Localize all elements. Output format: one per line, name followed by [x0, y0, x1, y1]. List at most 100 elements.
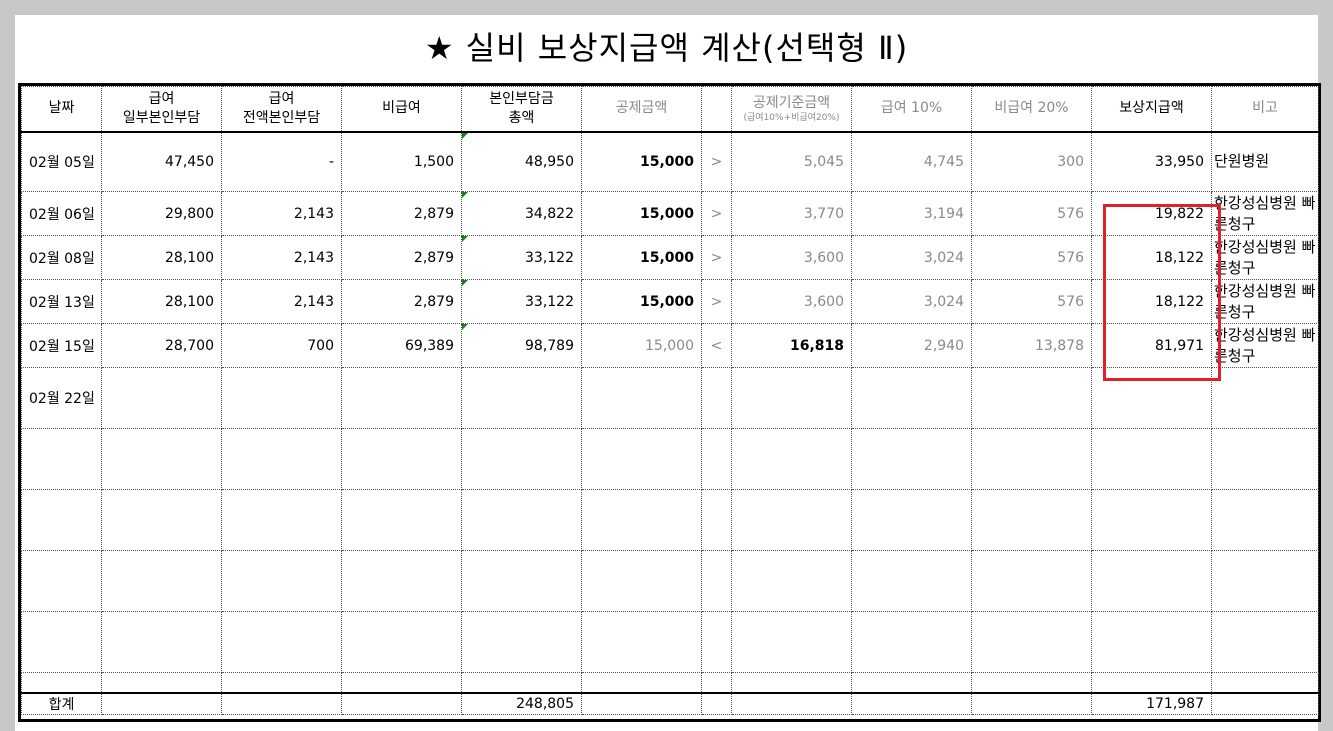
- cell-noncovered[interactable]: 2,879: [341, 191, 462, 236]
- cell-empty[interactable]: [731, 367, 852, 429]
- cell-empty[interactable]: [851, 489, 972, 551]
- cell-empty[interactable]: [461, 611, 582, 673]
- cell-empty[interactable]: [851, 428, 972, 490]
- cell-empty[interactable]: [101, 367, 222, 429]
- cell-base[interactable]: 3,600: [731, 279, 852, 324]
- cell-empty[interactable]: [851, 672, 972, 693]
- header-date[interactable]: 날짜: [21, 86, 102, 133]
- cell-empty[interactable]: [21, 428, 102, 490]
- cell-empty[interactable]: [701, 691, 732, 715]
- cell-empty[interactable]: [581, 611, 702, 673]
- cell-payout[interactable]: 81,971: [1091, 323, 1212, 368]
- cell-empty[interactable]: [341, 367, 462, 429]
- cell-empty[interactable]: [971, 428, 1092, 490]
- cell-empty[interactable]: [21, 672, 102, 693]
- cell-copay[interactable]: 29,800: [101, 191, 222, 236]
- cell-empty[interactable]: [221, 611, 342, 673]
- cell-full[interactable]: -: [221, 131, 342, 192]
- header-compare[interactable]: [701, 86, 732, 133]
- cell-base[interactable]: 5,045: [731, 131, 852, 192]
- cell-empty[interactable]: [341, 672, 462, 693]
- cell-note[interactable]: 단원병원: [1211, 131, 1319, 192]
- cell-deduction[interactable]: 15,000: [581, 323, 702, 368]
- cell-empty[interactable]: [581, 367, 702, 429]
- cell-empty[interactable]: [971, 611, 1092, 673]
- cell-empty[interactable]: [701, 428, 732, 490]
- header-note[interactable]: 비고: [1211, 86, 1319, 133]
- cell-cov10[interactable]: 3,194: [851, 191, 972, 236]
- cell-deduction[interactable]: 15,000: [581, 131, 702, 192]
- cell-empty[interactable]: [851, 691, 972, 715]
- cell-compare[interactable]: >: [701, 235, 732, 280]
- cell-total[interactable]: 48,950: [461, 131, 582, 192]
- cell-total[interactable]: 33,122: [461, 235, 582, 280]
- header-payout[interactable]: 보상지급액: [1091, 86, 1212, 133]
- header-noncovered[interactable]: 비급여: [341, 86, 462, 133]
- cell-empty[interactable]: [461, 367, 582, 429]
- cell-empty[interactable]: [731, 672, 852, 693]
- cell-cov10[interactable]: 4,745: [851, 131, 972, 192]
- cell-empty[interactable]: [581, 691, 702, 715]
- cell-non20[interactable]: 13,878: [971, 323, 1092, 368]
- cell-non20[interactable]: 576: [971, 279, 1092, 324]
- total-amount[interactable]: 248,805: [461, 691, 582, 715]
- cell-total[interactable]: 98,789: [461, 323, 582, 368]
- cell-note[interactable]: 한강성심병원 빠른청구: [1211, 235, 1319, 280]
- cell-cov10[interactable]: 3,024: [851, 279, 972, 324]
- cell-non20[interactable]: 300: [971, 131, 1092, 192]
- cell-empty[interactable]: [971, 550, 1092, 612]
- cell-empty[interactable]: [221, 489, 342, 551]
- cell-empty[interactable]: [701, 489, 732, 551]
- cell-empty[interactable]: [101, 691, 222, 715]
- cell-empty[interactable]: [731, 489, 852, 551]
- cell-empty[interactable]: [1211, 672, 1319, 693]
- cell-date[interactable]: 02월 08일: [21, 235, 102, 280]
- cell-compare[interactable]: <: [701, 323, 732, 368]
- cell-empty[interactable]: [731, 691, 852, 715]
- cell-payout[interactable]: 19,822: [1091, 191, 1212, 236]
- cell-payout[interactable]: 33,950: [1091, 131, 1212, 192]
- cell-compare[interactable]: >: [701, 279, 732, 324]
- cell-noncovered[interactable]: 1,500: [341, 131, 462, 192]
- cell-empty[interactable]: [1091, 611, 1212, 673]
- header-total[interactable]: 본인부담금 총액: [461, 86, 582, 133]
- cell-empty[interactable]: [1091, 550, 1212, 612]
- total-label[interactable]: 합계: [21, 691, 102, 715]
- cell-payout[interactable]: 18,122: [1091, 235, 1212, 280]
- cell-empty[interactable]: [701, 367, 732, 429]
- cell-compare[interactable]: >: [701, 191, 732, 236]
- cell-empty[interactable]: [341, 691, 462, 715]
- header-non20[interactable]: 비급여 20%: [971, 86, 1092, 133]
- cell-empty[interactable]: [101, 611, 222, 673]
- cell-total[interactable]: 34,822: [461, 191, 582, 236]
- cell-note[interactable]: 한강성심병원 빠른청구: [1211, 279, 1319, 324]
- cell-empty[interactable]: [731, 428, 852, 490]
- cell-empty[interactable]: [971, 489, 1092, 551]
- header-cov10[interactable]: 급여 10%: [851, 86, 972, 133]
- cell-empty[interactable]: [851, 367, 972, 429]
- cell-empty[interactable]: [221, 367, 342, 429]
- cell-empty[interactable]: [341, 489, 462, 551]
- cell-noncovered[interactable]: 2,879: [341, 279, 462, 324]
- cell-full[interactable]: 2,143: [221, 191, 342, 236]
- cell-empty[interactable]: [101, 550, 222, 612]
- cell-empty[interactable]: [731, 550, 852, 612]
- cell-copay[interactable]: 47,450: [101, 131, 222, 192]
- cell-empty[interactable]: [851, 550, 972, 612]
- cell-date[interactable]: 02월 05일: [21, 131, 102, 192]
- cell-empty[interactable]: [221, 691, 342, 715]
- cell-empty[interactable]: [581, 550, 702, 612]
- cell-empty[interactable]: [221, 428, 342, 490]
- cell-empty[interactable]: [1211, 489, 1319, 551]
- cell-base[interactable]: 3,600: [731, 235, 852, 280]
- cell-empty[interactable]: [971, 367, 1092, 429]
- cell-empty[interactable]: [341, 550, 462, 612]
- cell-note[interactable]: 한강성심병원 빠른청구: [1211, 191, 1319, 236]
- total-payout[interactable]: 171,987: [1091, 691, 1212, 715]
- cell-empty[interactable]: [21, 611, 102, 673]
- cell-base[interactable]: 16,818: [731, 323, 852, 368]
- cell-copay[interactable]: 28,100: [101, 279, 222, 324]
- cell-empty[interactable]: [581, 428, 702, 490]
- cell-note[interactable]: 한강성심병원 빠른청구: [1211, 323, 1319, 368]
- cell-empty[interactable]: [1211, 691, 1319, 715]
